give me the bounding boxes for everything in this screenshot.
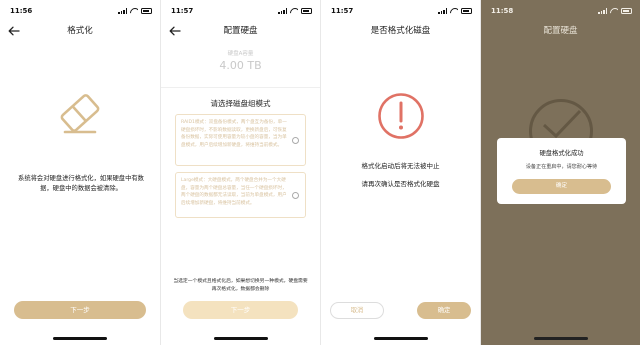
wifi-icon <box>290 8 298 14</box>
home-indicator <box>373 337 428 340</box>
battery-icon <box>141 8 152 14</box>
alert-icon <box>377 93 424 139</box>
signal-icon <box>598 8 607 14</box>
home-indicator <box>213 337 268 340</box>
page-title: 配置硬盘 <box>223 26 258 36</box>
status-bar: 11:58 <box>491 6 632 16</box>
confirm-button[interactable]: 确定 <box>417 302 471 319</box>
home-indicator <box>533 337 588 340</box>
screen-format-success: 11:58 配置硬盘 硬盘格式化成功 设备正在重启中，请您耐心等待 确定 <box>480 0 640 345</box>
option-large-radio[interactable] <box>292 191 299 199</box>
format-warning-line2: 请再次确认是否格式化硬盘 <box>361 180 440 188</box>
format-description: 系统将会对硬盘进行格式化，如果硬盘中有数据，硬盘中的数据会被清除。 <box>18 175 144 192</box>
status-time: 11:56 <box>10 7 33 15</box>
wifi-icon <box>450 8 458 14</box>
success-dialog: 硬盘格式化成功 设备正在重启中，请您耐心等待 确定 <box>497 138 626 204</box>
cancel-button[interactable]: 取消 <box>330 302 384 319</box>
screen-format-intro: 11:56 格式化 系统将会对硬盘进行格式化，如果硬盘中有数据，硬盘中的数据会被… <box>0 0 160 345</box>
home-indicator <box>53 337 107 340</box>
background-check-icon <box>542 109 581 139</box>
divider <box>161 87 320 88</box>
option-raid1[interactable]: RAID1模式：双盘备份模式，两个盘互为备份，单一硬盘损坏时，不影响数据读取，更… <box>175 114 306 166</box>
screen-configure-disk: 11:57 配置硬盘 硬盘A容量 4.00 TB 请选择磁盘组模式 RAID1模… <box>160 0 320 345</box>
screen-confirm-format: 11:57 是否格式化磁盘 格式化启动后将无法被中止 请再次确认是否格式化硬盘 … <box>320 0 480 345</box>
next-button[interactable]: 下一步 <box>14 301 146 319</box>
status-bar: 11:57 <box>171 6 312 16</box>
status-time: 11:57 <box>171 7 194 15</box>
status-icons <box>598 8 632 14</box>
battery-icon <box>301 8 312 14</box>
option-raid1-radio[interactable] <box>292 136 299 144</box>
signal-icon <box>118 8 127 14</box>
eraser-icon <box>60 94 100 134</box>
signal-icon <box>438 8 447 14</box>
option-raid1-text: RAID1模式：双盘备份模式，两个盘互为备份，单一硬盘损坏时，不影响数据读取，更… <box>181 120 287 148</box>
capacity-value: 4.00 TB <box>219 59 262 72</box>
battery-icon <box>621 8 632 14</box>
choose-mode-label: 请选择磁盘组模式 <box>210 99 271 108</box>
dialog-confirm-button[interactable]: 确定 <box>512 179 611 194</box>
status-time: 11:58 <box>491 7 514 15</box>
screens-row: 11:56 格式化 系统将会对硬盘进行格式化，如果硬盘中有数据，硬盘中的数据会被… <box>0 0 640 345</box>
option-large-text: Large模式：大硬盘模式，两个硬盘合并为一个大硬盘，容量为两个硬盘总容量，当任… <box>181 178 287 206</box>
page-title: 格式化 <box>67 26 93 36</box>
format-warning-line1: 格式化启动后将无法被中止 <box>361 162 440 170</box>
signal-icon <box>278 8 287 14</box>
wifi-icon <box>610 8 618 14</box>
page-title: 配置硬盘 <box>543 26 578 36</box>
mode-warning: 当选定一个模式且格式化后，如果想切换另一种模式，硬盘需要再次格式化，数据都会删除 <box>173 279 308 292</box>
battery-icon <box>461 8 472 14</box>
next-button[interactable]: 下一步 <box>183 301 298 319</box>
wifi-icon <box>130 8 138 14</box>
status-icons <box>278 8 312 14</box>
option-large[interactable]: Large模式：大硬盘模式，两个硬盘合并为一个大硬盘，容量为两个硬盘总容量，当任… <box>175 172 306 218</box>
page-title: 是否格式化磁盘 <box>370 26 431 36</box>
dialog-message: 设备正在重启中，请您耐心等待 <box>525 164 598 170</box>
status-icons <box>118 8 152 14</box>
capacity-label: 硬盘A容量 <box>227 51 254 57</box>
status-bar: 11:56 <box>10 6 152 16</box>
status-icons <box>438 8 472 14</box>
status-time: 11:57 <box>331 7 354 15</box>
status-bar: 11:57 <box>331 6 472 16</box>
dialog-title: 硬盘格式化成功 <box>539 150 584 157</box>
